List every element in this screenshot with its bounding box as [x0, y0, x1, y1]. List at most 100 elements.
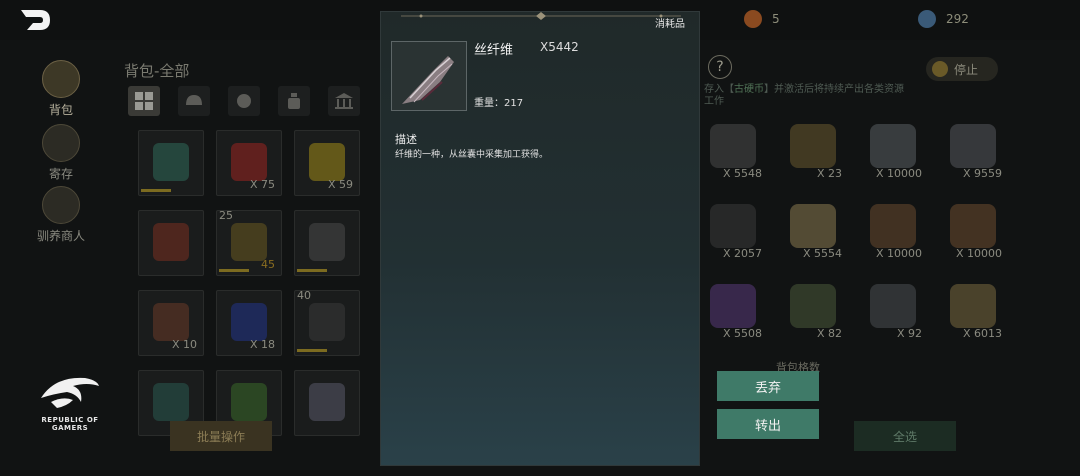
merchant-icon [42, 186, 80, 224]
web-item-icon [309, 303, 345, 341]
rog-text-line2: GAMERS [51, 424, 89, 432]
item-icon-frame [391, 41, 467, 111]
sidebar-item-label: 驯养商人 [36, 229, 85, 243]
club-item-icon [153, 383, 189, 421]
transfer-out-button[interactable]: 转出 [717, 409, 819, 439]
back-button[interactable] [18, 6, 54, 34]
orb-item-icon [790, 284, 836, 328]
bank-icon [335, 93, 353, 109]
all-grid-icon [135, 92, 153, 110]
inventory-slot[interactable]: X 75 [216, 130, 282, 196]
stone-item-icon [870, 124, 916, 168]
tab-equipment[interactable] [178, 86, 210, 116]
bag-icon [42, 60, 80, 98]
blue-potion-icon [231, 303, 267, 341]
storage-slot[interactable]: X 10000 [940, 198, 1006, 264]
silk-fiber-icon [402, 56, 454, 104]
sidebar-item-label: 背包 [48, 103, 73, 117]
select-all-button[interactable]: 全选 [854, 421, 956, 451]
rog-logo: REPUBLIC OF GAMERS [34, 372, 106, 432]
log-item-icon [870, 204, 916, 248]
rog-text-line1: REPUBLIC OF [41, 416, 99, 424]
inventory-slot[interactable] [294, 370, 360, 436]
flail-item-icon [309, 223, 345, 261]
storage-slot[interactable]: X 9559 [940, 118, 1006, 184]
description-text: 纤维的一种，从丝囊中采集加工获得。 [395, 150, 549, 160]
sidebar-item-merchant[interactable]: 驯养商人 [33, 186, 89, 244]
item-name: 丝纤维 [474, 43, 514, 58]
rog-eye-icon [41, 377, 99, 408]
storage-slot[interactable]: X 6013 [940, 278, 1006, 344]
orange-coin-icon [744, 10, 762, 28]
leaf-item-icon [950, 284, 996, 328]
item-detail-popup: 消耗品 丝纤维 X5442 重量：217 描述 纤维的一种，从丝囊中采集加工获得… [380, 11, 700, 466]
sidebar-item-label: 寄存 [48, 167, 73, 181]
tab-materials[interactable] [328, 86, 360, 116]
inventory-slot[interactable]: X 18 [216, 290, 282, 356]
metal-item-icon [870, 284, 916, 328]
fluffy-item-icon [309, 383, 345, 421]
disc-item-icon [790, 124, 836, 168]
ball-icon [237, 94, 251, 108]
coin-icon [932, 61, 948, 77]
storage-slot[interactable]: X 5554 [780, 198, 846, 264]
item-quantity: X5442 [540, 40, 579, 54]
discard-button[interactable]: 丢弃 [717, 371, 819, 401]
currency-2: 292 [918, 8, 969, 30]
inventory-grid: X 75 X 59 25 45 X 10 X 18 40 [138, 130, 360, 436]
potion-icon [288, 93, 300, 109]
durability-bar [219, 269, 249, 272]
batch-operation-button[interactable]: 批量操作 [170, 421, 272, 451]
item-weight: 重量：217 [474, 98, 524, 109]
spear-item-icon [231, 223, 267, 261]
durability-bar [141, 189, 171, 192]
storage-slot[interactable]: X 92 [860, 278, 926, 344]
description-title: 描述 [395, 133, 417, 146]
red-potion-icon [231, 143, 267, 181]
inventory-slot[interactable] [138, 210, 204, 276]
berry-item-icon [710, 204, 756, 248]
inventory-slot[interactable] [138, 130, 204, 196]
storage-slot[interactable]: X 82 [780, 278, 846, 344]
storage-slot[interactable]: X 23 [780, 118, 846, 184]
helmet-icon [186, 95, 202, 105]
yellow-potion-icon [309, 143, 345, 181]
currency-1-value: 5 [772, 12, 780, 26]
item-category: 消耗品 [655, 19, 685, 30]
straw-item-icon [790, 204, 836, 248]
storage-grid: X 5548 X 23 X 10000 X 9559 X 2057 X 5554… [700, 118, 1006, 344]
rock-item-icon [950, 124, 996, 168]
sidebar-item-storage[interactable]: 寄存 [38, 124, 84, 182]
currency-1: 5 [744, 8, 780, 30]
help-button[interactable]: ? [708, 55, 732, 79]
wood-item-icon [950, 204, 996, 248]
storage-slot[interactable]: X 10000 [860, 118, 926, 184]
durability-bar [297, 269, 327, 272]
leather-item-icon [153, 303, 189, 341]
storage-house-icon [42, 124, 80, 162]
storage-slot[interactable]: X 10000 [860, 198, 926, 264]
green-wand-icon [231, 383, 267, 421]
inventory-slot[interactable]: X 59 [294, 130, 360, 196]
blue-gem-icon [918, 10, 936, 28]
bag-tabs [128, 86, 360, 116]
storage-slot[interactable]: X 5548 [700, 118, 766, 184]
storage-slot[interactable]: X 5508 [700, 278, 766, 344]
inventory-slot[interactable] [294, 210, 360, 276]
storage-info-text: 存入【古硬币】并激活后将持续产出各类资源 工作 [704, 84, 904, 107]
armor-item-icon [153, 223, 189, 261]
staff-item-icon [153, 143, 189, 181]
stop-button[interactable]: 停止 [926, 57, 998, 81]
tab-all[interactable] [128, 86, 160, 116]
tab-consumables[interactable] [278, 86, 310, 116]
inventory-slot[interactable]: 40 [294, 289, 360, 356]
crystal-item-icon [710, 284, 756, 328]
ore-item-icon [710, 124, 756, 168]
currency-2-value: 292 [946, 12, 969, 26]
sidebar-item-bag[interactable]: 背包 [38, 60, 84, 118]
tab-balls[interactable] [228, 86, 260, 116]
inventory-slot[interactable]: 25 45 [216, 209, 282, 276]
inventory-slot[interactable]: X 10 [138, 290, 204, 356]
durability-bar [297, 349, 327, 352]
storage-slot[interactable]: X 2057 [700, 198, 766, 264]
